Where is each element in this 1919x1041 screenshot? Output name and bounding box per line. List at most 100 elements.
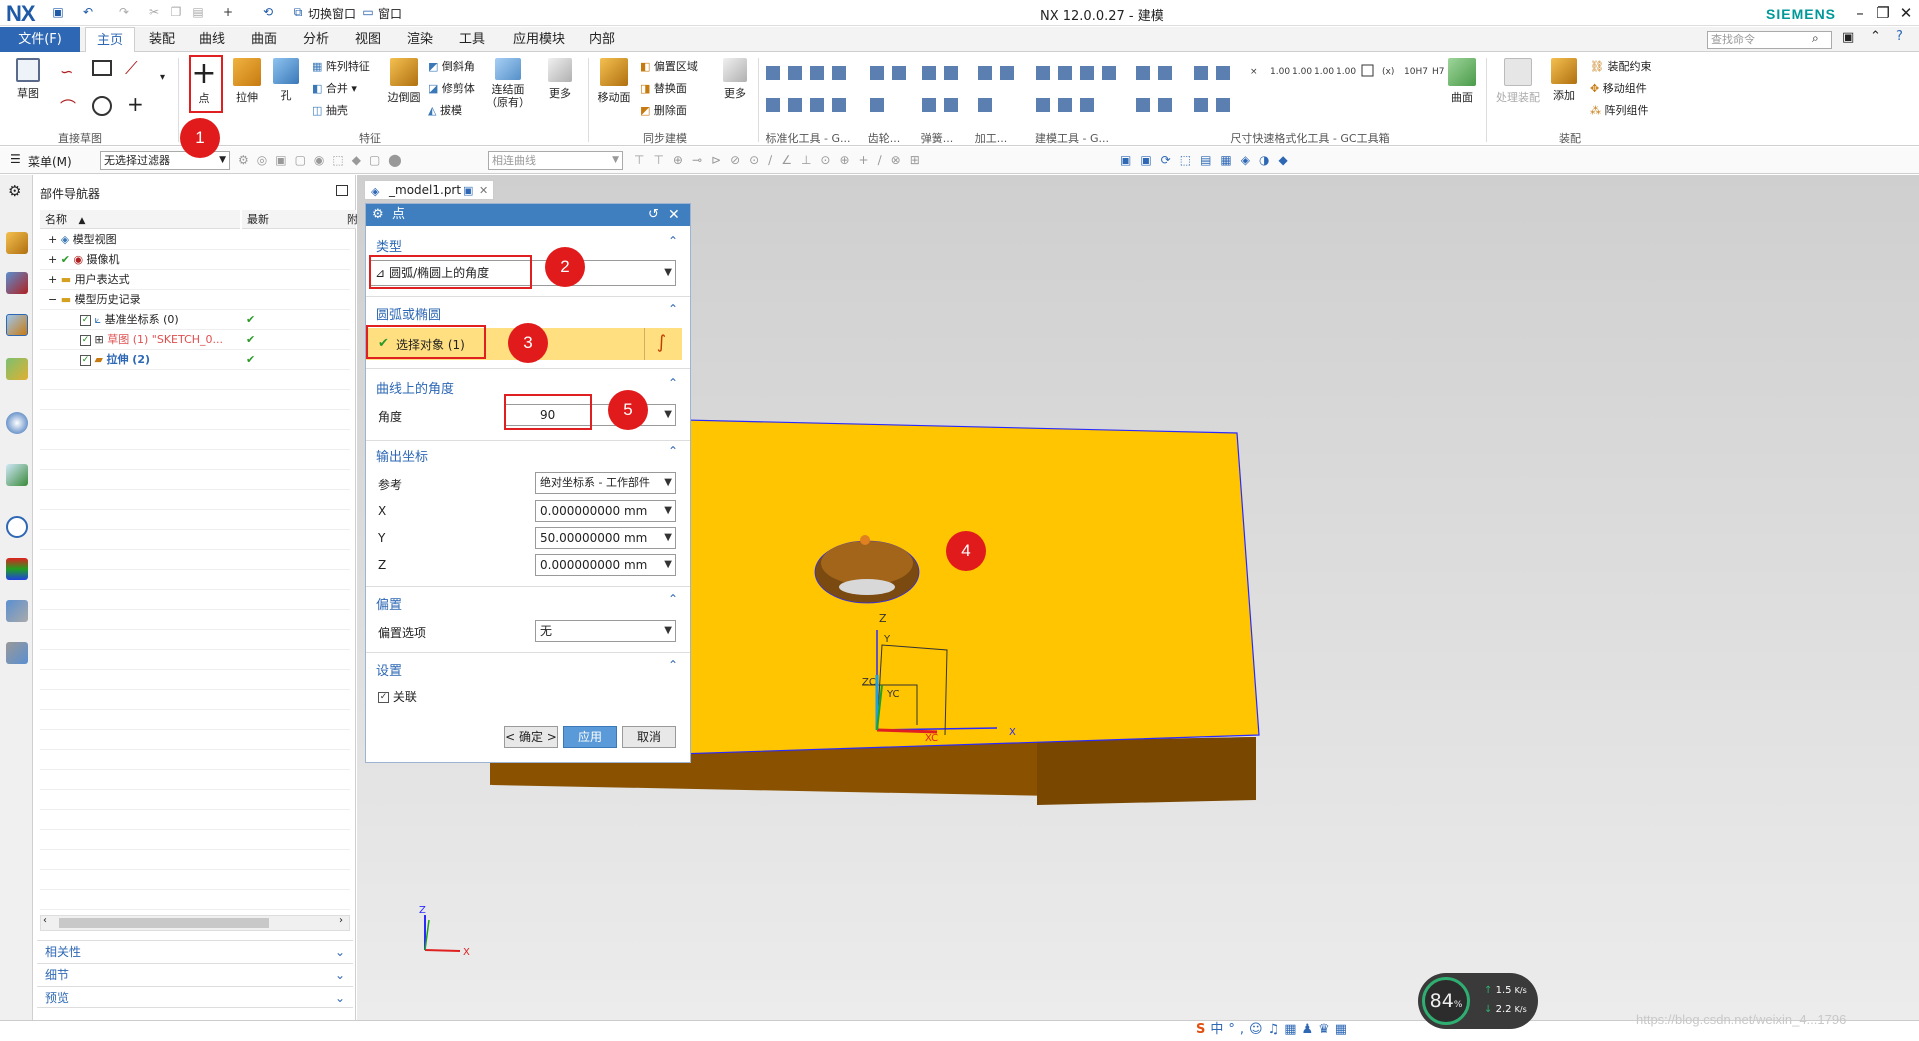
role-icon[interactable]: [6, 642, 28, 664]
extrude-button[interactable]: 拉伸: [228, 58, 266, 105]
scroll-right-icon[interactable]: ›: [339, 915, 343, 926]
trim-body-button[interactable]: ◪ 修剪体: [428, 80, 475, 96]
expand-icon[interactable]: +: [48, 273, 57, 286]
history-icon[interactable]: [6, 516, 28, 538]
arc-icon[interactable]: ⌒: [60, 94, 76, 118]
undo-icon[interactable]: ↶: [80, 5, 96, 20]
column-header-latest[interactable]: 最新: [242, 210, 346, 229]
network-monitor-widget[interactable]: 84% ↑ 1.5 K/s ↓ 2.2 K/s: [1418, 973, 1538, 1029]
snap-tools-strip[interactable]: ⚙◎▣▢◉⬚◆▢⬤: [238, 153, 478, 169]
tree-row-extrude[interactable]: ✓ ▰ 拉伸 (2) ✔: [40, 350, 350, 370]
chamfer-button[interactable]: ◩ 倒斜角: [428, 58, 475, 74]
x-coordinate-input[interactable]: 0.000000000 mm ▼: [535, 500, 676, 522]
save-icon[interactable]: ▣: [50, 5, 66, 20]
menu-icon[interactable]: ☰: [10, 152, 21, 166]
checkbox[interactable]: ✓: [80, 314, 91, 326]
curve-rule-select[interactable]: 相连曲线 ▼: [488, 151, 623, 170]
gc-toolbox-icons[interactable]: [764, 62, 1244, 122]
help-icon[interactable]: ?: [1896, 29, 1903, 44]
hole-button[interactable]: 孔: [270, 58, 302, 103]
ime-toolbar[interactable]: S中°,☺♫▦♟♛▦: [1196, 1018, 1406, 1038]
tab-view[interactable]: 视图: [346, 27, 390, 52]
cut-icon[interactable]: ✂: [146, 5, 162, 20]
collapse-section-icon[interactable]: ⌃: [668, 376, 678, 390]
document-tab[interactable]: ◈ _model1.prt ▣ ✕: [364, 180, 494, 200]
move-component-button[interactable]: ✥ 移动组件: [1590, 80, 1647, 96]
tab-tools[interactable]: 工具: [450, 27, 494, 52]
add-component-button[interactable]: 添加: [1546, 58, 1582, 103]
file-menu-button[interactable]: 文件(F): [0, 27, 80, 52]
section-type[interactable]: 类型: [376, 236, 402, 255]
repeat-command-icon[interactable]: ⟲: [260, 5, 276, 20]
switch-window-icon[interactable]: ⧉: [290, 5, 306, 20]
more-features-button[interactable]: 更多: [540, 58, 580, 101]
collapse-section-icon[interactable]: ⌃: [668, 302, 678, 316]
part-navigator-icon[interactable]: [6, 314, 28, 336]
view-tools-strip[interactable]: ▣▣⟳⬚▤▦◈◑◆: [1120, 153, 1400, 169]
column-header-extra[interactable]: 附: [346, 210, 358, 229]
scrollbar-thumb[interactable]: [59, 918, 269, 928]
settings-icon[interactable]: ⚙: [8, 182, 21, 200]
minimize-button[interactable]: –: [1850, 3, 1870, 23]
tab-assembly[interactable]: 装配: [140, 27, 184, 52]
section-angle-on-curve[interactable]: 曲线上的角度: [376, 378, 454, 397]
rectangle-icon[interactable]: [92, 60, 112, 76]
panel-details[interactable]: 细节 ⌄: [37, 963, 353, 985]
scroll-left-icon[interactable]: ‹: [43, 915, 47, 926]
curve-icon[interactable]: ∫: [644, 328, 678, 360]
edge-blend-button[interactable]: 边倒圆: [383, 58, 425, 105]
replace-face-button[interactable]: ◨ 替换面: [640, 80, 687, 96]
gear-icon[interactable]: ⚙: [372, 204, 384, 226]
collapse-icon[interactable]: −: [48, 293, 57, 306]
tree-row-sketch[interactable]: ✓ ⊞ 草图 (1) "SKETCH_0... ✔: [40, 330, 350, 350]
delete-face-button[interactable]: ◩ 删除面: [640, 102, 687, 118]
process-assembly-button[interactable]: 处理装配: [1494, 58, 1542, 105]
dimension-format-icons[interactable]: × 1.00 1.00 1.00 1.00 (x) 10H7 H7: [1250, 62, 1450, 122]
collapse-section-icon[interactable]: ⌃: [668, 444, 678, 458]
draft-button[interactable]: ◭ 拔模: [428, 102, 462, 118]
window-icon[interactable]: ▭: [360, 5, 376, 20]
system-materials-icon[interactable]: [6, 558, 28, 580]
menu-button[interactable]: 菜单(M): [28, 153, 72, 170]
ribbon-options-icon[interactable]: ▣: [1842, 30, 1854, 45]
hd3d-tools-icon[interactable]: [6, 412, 28, 434]
dimension-icon-grid[interactable]: × 1.00 1.00 1.00 1.00 (x) 10H7 H7: [1250, 62, 1450, 122]
offset-region-button[interactable]: ◧ 偏置区域: [640, 58, 698, 74]
pattern-feature-button[interactable]: ▦ 阵列特征: [312, 58, 370, 74]
z-coordinate-input[interactable]: 0.000000000 mm ▼: [535, 554, 676, 576]
tab-internal[interactable]: 内部: [580, 27, 624, 52]
collapse-section-icon[interactable]: ⌃: [668, 234, 678, 248]
checkbox[interactable]: ✓: [378, 692, 389, 703]
expand-icon[interactable]: +: [48, 233, 57, 246]
pin-icon[interactable]: ▣: [463, 182, 473, 200]
dialog-title-bar[interactable]: ⚙ 点 ↺ ✕: [366, 204, 690, 226]
unite-button[interactable]: ◧ 合并 ▾: [312, 80, 357, 96]
tab-analysis[interactable]: 分析: [294, 27, 338, 52]
close-tab-icon[interactable]: ✕: [479, 182, 488, 200]
tree-row-user-expressions[interactable]: + ▬ 用户表达式: [40, 270, 350, 290]
section-offset[interactable]: 偏置: [376, 594, 402, 613]
horizontal-scrollbar[interactable]: ‹ ›: [40, 915, 350, 931]
move-face-button[interactable]: 移动面: [594, 58, 634, 105]
collapse-section-icon[interactable]: ⌃: [668, 592, 678, 606]
maximize-icon[interactable]: [336, 185, 348, 196]
collapse-ribbon-icon[interactable]: ⌃: [1870, 29, 1881, 44]
cancel-button[interactable]: 取消: [622, 726, 676, 748]
surface-button[interactable]: 曲面: [1444, 58, 1480, 105]
apply-button[interactable]: 应用: [563, 726, 617, 748]
section-output-coordinates[interactable]: 输出坐标: [376, 446, 428, 465]
window-menu-button[interactable]: 窗口: [378, 5, 402, 22]
reference-select[interactable]: 绝对坐标系 - 工作部件 ▼: [535, 472, 676, 494]
tab-surface[interactable]: 曲面: [242, 27, 286, 52]
sketch-button[interactable]: 草图: [10, 58, 46, 101]
tree-row-cameras[interactable]: + ✔ ◉ 摄像机: [40, 250, 350, 270]
ok-button[interactable]: < 确定 >: [504, 726, 558, 748]
checkbox[interactable]: ✓: [80, 354, 91, 366]
unite-face-button[interactable]: 连结面（原有）: [486, 58, 530, 109]
tab-curve[interactable]: 曲线: [190, 27, 234, 52]
assembly-navigator-icon[interactable]: [6, 232, 28, 254]
y-coordinate-input[interactable]: 50.00000000 mm ▼: [535, 527, 676, 549]
panel-dependencies[interactable]: 相关性 ⌄: [37, 940, 353, 962]
web-browser-icon[interactable]: [6, 464, 28, 486]
snap-point-strip[interactable]: ⊤⊤⊕⊸⊳⊘⊙∕∠⊥⊙⊕+∕⊗⊞: [634, 153, 1094, 169]
